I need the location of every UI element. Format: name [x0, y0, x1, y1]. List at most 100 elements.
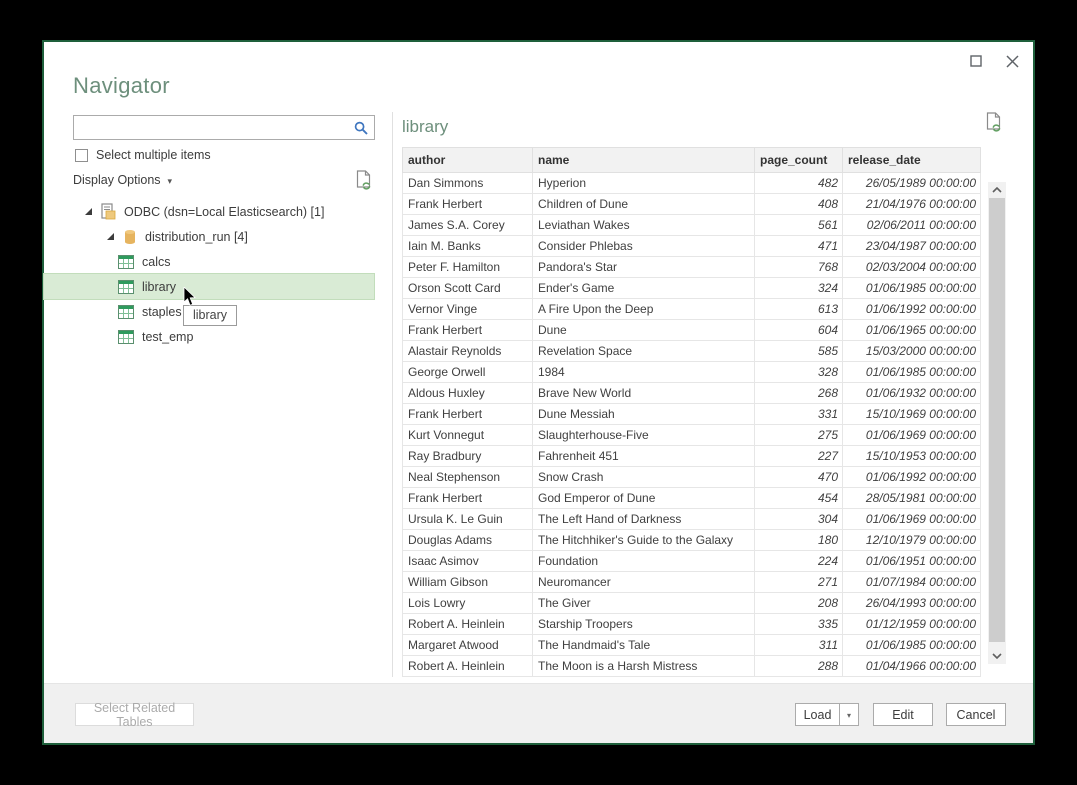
- table-row[interactable]: William GibsonNeuromancer27101/07/1984 0…: [403, 572, 981, 593]
- cell-author: Frank Herbert: [403, 488, 533, 509]
- tree-item-library[interactable]: library: [44, 274, 374, 299]
- cell-page_count: 324: [755, 278, 843, 299]
- close-icon: [1006, 55, 1019, 68]
- dialog-footer: Select Related Tables Load ▾ Edit Cancel: [44, 683, 1033, 743]
- cell-page_count: 288: [755, 656, 843, 677]
- cell-name: Consider Phlebas: [533, 236, 755, 257]
- table-row[interactable]: Frank HerbertGod Emperor of Dune45428/05…: [403, 488, 981, 509]
- cell-page_count: 454: [755, 488, 843, 509]
- chevron-down-icon: ▾: [847, 711, 851, 720]
- cell-name: The Left Hand of Darkness: [533, 509, 755, 530]
- cell-name: Slaughterhouse-Five: [533, 425, 755, 446]
- preview-table-body: Dan SimmonsHyperion48226/05/1989 00:00:0…: [403, 173, 981, 677]
- column-header-name: name: [533, 148, 755, 173]
- tree-item-test-emp[interactable]: test_emp: [44, 324, 374, 349]
- cell-page_count: 268: [755, 383, 843, 404]
- table-row[interactable]: Margaret AtwoodThe Handmaid's Tale31101/…: [403, 635, 981, 656]
- display-options-label: Display Options: [73, 173, 161, 187]
- cell-release_date: 01/06/1985 00:00:00: [843, 635, 981, 656]
- cell-name: Revelation Space: [533, 341, 755, 362]
- table-row[interactable]: Vernor VingeA Fire Upon the Deep61301/06…: [403, 299, 981, 320]
- table-row[interactable]: Robert A. HeinleinStarship Troopers33501…: [403, 614, 981, 635]
- cell-author: William Gibson: [403, 572, 533, 593]
- tree-item-calcs[interactable]: calcs: [44, 249, 374, 274]
- load-dropdown-button[interactable]: ▾: [839, 703, 859, 726]
- search-input[interactable]: [74, 116, 348, 139]
- cell-release_date: 01/06/1992 00:00:00: [843, 467, 981, 488]
- cell-author: Ray Bradbury: [403, 446, 533, 467]
- cell-name: The Giver: [533, 593, 755, 614]
- scrollbar-thumb[interactable]: [989, 198, 1005, 642]
- load-button[interactable]: Load: [795, 703, 839, 726]
- cell-page_count: 275: [755, 425, 843, 446]
- table-row[interactable]: Peter F. HamiltonPandora's Star76802/03/…: [403, 257, 981, 278]
- table-row[interactable]: Douglas AdamsThe Hitchhiker's Guide to t…: [403, 530, 981, 551]
- cell-page_count: 768: [755, 257, 843, 278]
- cell-name: Snow Crash: [533, 467, 755, 488]
- table-row[interactable]: George Orwell198432801/06/1985 00:00:00: [403, 362, 981, 383]
- table-row[interactable]: Frank HerbertChildren of Dune40821/04/19…: [403, 194, 981, 215]
- cell-name: Starship Troopers: [533, 614, 755, 635]
- table-row[interactable]: Frank HerbertDune Messiah33115/10/1969 0…: [403, 404, 981, 425]
- cell-author: Dan Simmons: [403, 173, 533, 194]
- table-row[interactable]: Aldous HuxleyBrave New World26801/06/193…: [403, 383, 981, 404]
- tree-item-label: staples: [142, 305, 182, 319]
- cell-name: Ender's Game: [533, 278, 755, 299]
- display-options-dropdown[interactable]: Display Options ▾: [73, 173, 172, 187]
- cell-name: Neuromancer: [533, 572, 755, 593]
- screen-background: Navigator Select multiple items Display …: [0, 0, 1077, 785]
- cell-author: Kurt Vonnegut: [403, 425, 533, 446]
- table-row[interactable]: Orson Scott CardEnder's Game32401/06/198…: [403, 278, 981, 299]
- cell-release_date: 15/03/2000 00:00:00: [843, 341, 981, 362]
- tree-item-distribution-run[interactable]: distribution_run [4]: [44, 224, 374, 249]
- refresh-preview-button[interactable]: [355, 170, 373, 196]
- cell-author: Iain M. Banks: [403, 236, 533, 257]
- scroll-down-button[interactable]: [988, 648, 1006, 664]
- refresh-table-button[interactable]: [985, 112, 1003, 138]
- table-row[interactable]: Iain M. BanksConsider Phlebas47123/04/19…: [403, 236, 981, 257]
- table-row[interactable]: Dan SimmonsHyperion48226/05/1989 00:00:0…: [403, 173, 981, 194]
- table-row[interactable]: James S.A. CoreyLeviathan Wakes56102/06/…: [403, 215, 981, 236]
- table-row[interactable]: Isaac AsimovFoundation22401/06/1951 00:0…: [403, 551, 981, 572]
- edit-button[interactable]: Edit: [873, 703, 933, 726]
- cancel-button[interactable]: Cancel: [946, 703, 1006, 726]
- cell-release_date: 21/04/1976 00:00:00: [843, 194, 981, 215]
- cell-author: Ursula K. Le Guin: [403, 509, 533, 530]
- odbc-source-icon: [101, 203, 116, 220]
- cell-author: Frank Herbert: [403, 194, 533, 215]
- source-tree: ODBC (dsn=Local Elasticsearch) [1] distr…: [44, 199, 392, 349]
- cell-page_count: 311: [755, 635, 843, 656]
- cell-name: The Moon is a Harsh Mistress: [533, 656, 755, 677]
- table-row[interactable]: Lois LowryThe Giver20826/04/1993 00:00:0…: [403, 593, 981, 614]
- tree-item-label: distribution_run [4]: [145, 230, 248, 244]
- table-row[interactable]: Kurt VonnegutSlaughterhouse-Five27501/06…: [403, 425, 981, 446]
- cell-name: Dune Messiah: [533, 404, 755, 425]
- table-row[interactable]: Alastair ReynoldsRevelation Space58515/0…: [403, 341, 981, 362]
- cell-release_date: 01/06/1969 00:00:00: [843, 509, 981, 530]
- search-button[interactable]: [348, 116, 374, 139]
- scroll-up-button[interactable]: [988, 182, 1006, 198]
- maximize-button[interactable]: [965, 50, 987, 72]
- table-row[interactable]: Neal StephensonSnow Crash47001/06/1992 0…: [403, 467, 981, 488]
- table-row[interactable]: Frank HerbertDune60401/06/1965 00:00:00: [403, 320, 981, 341]
- tree-item-label: library: [142, 280, 176, 294]
- cell-release_date: 01/06/1985 00:00:00: [843, 362, 981, 383]
- expander-icon: [106, 232, 115, 241]
- navigator-dialog: Navigator Select multiple items Display …: [42, 40, 1035, 745]
- cell-author: Aldous Huxley: [403, 383, 533, 404]
- table-row[interactable]: Ursula K. Le GuinThe Left Hand of Darkne…: [403, 509, 981, 530]
- table-row[interactable]: Robert A. HeinleinThe Moon is a Harsh Mi…: [403, 656, 981, 677]
- cell-release_date: 01/06/1951 00:00:00: [843, 551, 981, 572]
- close-button[interactable]: [1001, 50, 1023, 72]
- select-multiple-checkbox[interactable]: [75, 149, 88, 162]
- tree-item-odbc-source[interactable]: ODBC (dsn=Local Elasticsearch) [1]: [44, 199, 374, 224]
- vertical-scrollbar[interactable]: [988, 182, 1006, 664]
- tree-item-label: test_emp: [142, 330, 193, 344]
- table-row[interactable]: Ray BradburyFahrenheit 45122715/10/1953 …: [403, 446, 981, 467]
- select-related-tables-button[interactable]: Select Related Tables: [75, 703, 194, 726]
- cell-release_date: 15/10/1953 00:00:00: [843, 446, 981, 467]
- cell-author: Douglas Adams: [403, 530, 533, 551]
- search-icon: [354, 121, 368, 135]
- chevron-down-icon: [992, 653, 1002, 659]
- cell-release_date: 26/05/1989 00:00:00: [843, 173, 981, 194]
